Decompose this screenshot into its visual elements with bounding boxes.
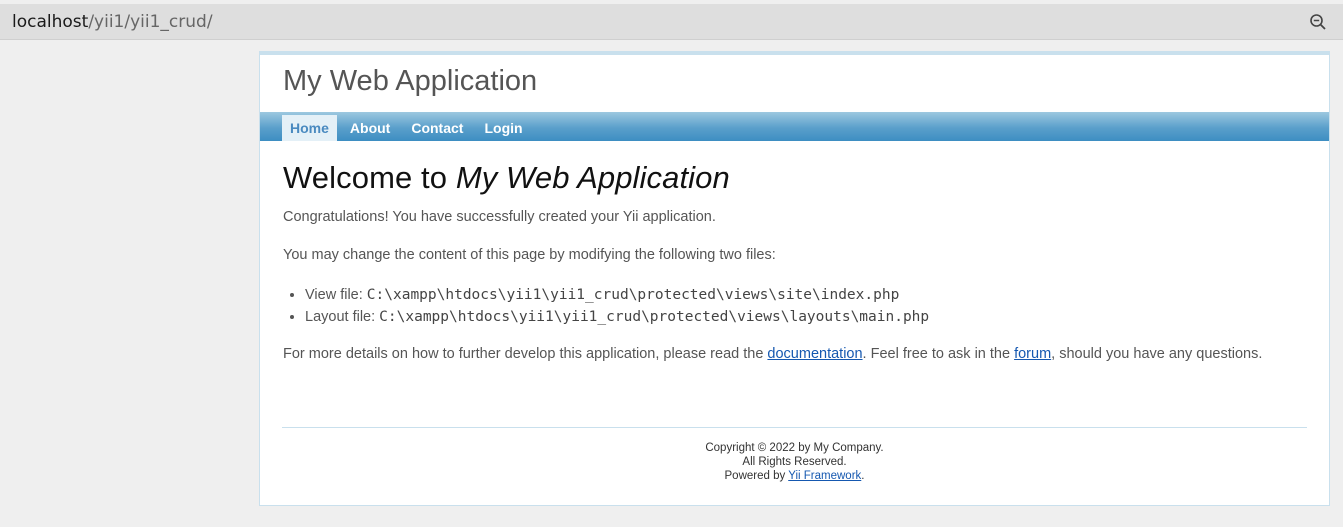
- page-container: My Web Application Home About Contact Lo…: [259, 51, 1330, 506]
- rights-text: All Rights Reserved.: [742, 456, 847, 468]
- menu-item-login[interactable]: Login: [476, 115, 535, 141]
- url-text[interactable]: localhost/yii1/yii1_crud/: [12, 12, 213, 32]
- url-path: /yii1/yii1_crud/: [88, 12, 213, 32]
- forum-link[interactable]: forum: [1014, 346, 1051, 362]
- yii-framework-link[interactable]: Yii Framework: [788, 470, 861, 482]
- address-bar[interactable]: localhost/yii1/yii1_crud/: [0, 4, 1343, 40]
- details-mid: . Feel free to ask in the: [862, 346, 1015, 362]
- menu-item-contact[interactable]: Contact: [403, 115, 476, 141]
- title-app-name: My Web Application: [455, 160, 730, 195]
- layout-file-path: C:\xampp\htdocs\yii1\yii1_crud\protected…: [379, 309, 930, 325]
- footer: Copyright © 2022 by My Company. All Righ…: [282, 427, 1307, 483]
- list-item-view-file: View file: C:\xampp\htdocs\yii1\yii1_cru…: [305, 284, 1313, 306]
- page-title: Welcome to My Web Application: [283, 160, 1313, 196]
- layout-file-label: Layout file:: [305, 309, 380, 325]
- site-logo: My Web Application: [283, 65, 538, 97]
- menu-item-about[interactable]: About: [342, 115, 403, 141]
- title-prefix: Welcome to: [283, 160, 456, 195]
- change-intro-text: You may change the content of this page …: [283, 247, 776, 263]
- menu-link-contact[interactable]: Contact: [403, 115, 471, 141]
- menu-item-home[interactable]: Home: [282, 115, 342, 141]
- menu-link-home[interactable]: Home: [282, 115, 337, 141]
- main-content: Welcome to My Web Application Congratula…: [283, 160, 1313, 362]
- congrats-text: Congratulations! You have successfully c…: [283, 209, 716, 225]
- powered-post: .: [861, 470, 865, 482]
- powered-by-text: Powered by Yii Framework.: [282, 469, 1307, 483]
- details-pre: For more details on how to further devel…: [283, 346, 768, 362]
- details-text: For more details on how to further devel…: [283, 346, 1313, 362]
- menu-link-about[interactable]: About: [342, 115, 398, 141]
- view-file-label: View file:: [305, 287, 367, 303]
- zoom-out-icon[interactable]: [1309, 13, 1327, 31]
- main-menu: Home About Contact Login: [260, 112, 1329, 141]
- documentation-link[interactable]: documentation: [767, 346, 862, 362]
- copyright-text: Copyright © 2022 by My Company.: [705, 442, 884, 454]
- view-file-path: C:\xampp\htdocs\yii1\yii1_crud\protected…: [366, 287, 900, 303]
- url-host: localhost: [12, 12, 89, 32]
- file-list: View file: C:\xampp\htdocs\yii1\yii1_cru…: [283, 284, 1313, 328]
- powered-pre: Powered by: [724, 470, 789, 482]
- menu-link-login[interactable]: Login: [476, 115, 530, 141]
- list-item-layout-file: Layout file: C:\xampp\htdocs\yii1\yii1_c…: [305, 306, 1313, 328]
- details-post: , should you have any questions.: [1051, 346, 1263, 362]
